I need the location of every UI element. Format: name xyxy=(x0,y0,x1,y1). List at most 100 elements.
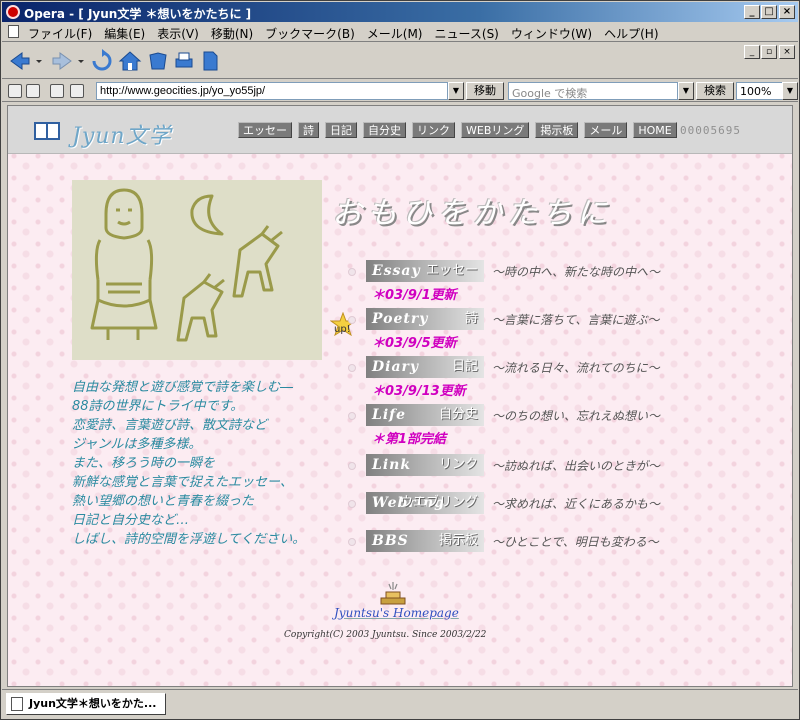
back-history-dropdown-icon[interactable] xyxy=(34,49,44,73)
intro-line: 熱い望郷の想いと青春を綴った xyxy=(72,494,255,509)
site-header: Jyun文学 エッセー詩日記 自分史 リンク WEBリング 掲示板 メール HOME 000… xyxy=(8,106,792,154)
navigation-toolbar xyxy=(2,43,798,79)
menu-item[interactable]: 編集(E) xyxy=(104,25,145,42)
bullet-icon xyxy=(348,500,356,508)
toc-link-english: Poetry xyxy=(372,311,429,327)
zoom-field[interactable]: 100% xyxy=(736,82,784,100)
document-icon xyxy=(8,25,19,38)
reload-icon[interactable] xyxy=(90,49,114,73)
page-viewport: Jyun文学 エッセー詩日記 自分史 リンク WEBリング 掲示板 メール HOME 000… xyxy=(7,105,793,687)
zoom-dropdown[interactable]: ▼ xyxy=(782,82,798,100)
toc-link[interactable]: Poetry 詩 xyxy=(366,308,484,330)
intro-line: 自由な発想と遊び感覚で詩を楽しむ― xyxy=(72,380,294,395)
site-nav-button[interactable]: WEBリング xyxy=(461,122,530,138)
site-nav-button[interactable]: エッセー xyxy=(238,122,292,138)
security-lock-icon[interactable] xyxy=(8,84,22,98)
forward-arrow-icon[interactable] xyxy=(50,49,74,73)
minimize-button[interactable]: _ xyxy=(744,5,760,19)
home-icon[interactable] xyxy=(118,49,142,73)
go-button[interactable]: 移動 xyxy=(466,82,504,100)
maximize-button[interactable]: □ xyxy=(761,5,777,19)
browser-window: Opera - [ Jyun文学 ＊想いをかたちに ] _ □ × ファイル(F… xyxy=(0,0,800,720)
page-icon[interactable] xyxy=(198,49,222,73)
toc-row: Poetry 詩 ～言葉に落ちて、言葉に遊ぶ～ xyxy=(344,308,784,330)
close-button[interactable]: × xyxy=(779,5,795,19)
toc-link[interactable]: Life 自分史 xyxy=(366,404,484,426)
toc-link-japanese: 詩 xyxy=(464,311,478,326)
menu-item[interactable]: 表示(V) xyxy=(157,25,199,42)
toc-description: ～のちの想い、忘れえぬ想い～ xyxy=(492,409,661,423)
toc-row: Webring ウエブリング ～求めれば、近くにあるかも～ xyxy=(344,492,784,514)
toc-description: ～時の中へ、新たな時の中へ～ xyxy=(492,265,661,279)
toc-link-japanese: ウエブリング xyxy=(399,495,478,510)
site-nav-button[interactable]: 自分史 xyxy=(363,122,406,138)
hotlist-icon[interactable] xyxy=(146,49,170,73)
site-logo[interactable]: Jyun文学 xyxy=(72,118,172,150)
intro-line: 新鮮な感覚と言葉で捉えたエッセー、 xyxy=(72,475,293,490)
site-nav: エッセー詩日記 自分史 リンク WEBリング 掲示板 メール HOME xyxy=(238,122,677,138)
toc-description: ～言葉に落ちて、言葉に遊ぶ～ xyxy=(492,313,660,327)
toc-description: ～ひとことで、明日も変わる～ xyxy=(492,535,659,549)
menu-item[interactable]: ウィンドウ(W) xyxy=(511,25,592,42)
toc-link-japanese: 掲示板 xyxy=(438,533,478,548)
update-note: ＊03/9/1更新 xyxy=(372,288,457,303)
menu-item[interactable]: ニュース(S) xyxy=(434,25,498,42)
opera-logo-icon xyxy=(6,5,20,19)
cookie-icon[interactable] xyxy=(26,84,40,98)
toc-link-japanese: リンク xyxy=(438,457,478,472)
menu-item[interactable]: ファイル(F) xyxy=(28,25,92,42)
toc-row: Life 自分史 ～のちの想い、忘れえぬ想い～ xyxy=(344,404,784,426)
new-page-icon[interactable] xyxy=(50,84,64,98)
toc-link[interactable]: Webring ウエブリング xyxy=(366,492,484,514)
print-icon[interactable] xyxy=(172,49,196,73)
page-tab-bar: Jyun文学＊想いをかた... xyxy=(2,689,798,719)
toc-description: ～求めれば、近くにあるかも～ xyxy=(492,497,661,511)
intro-line: 日記と自分史など… xyxy=(72,513,190,528)
toc-row: BBS 掲示板 ～ひとことで、明日も変わる～ xyxy=(344,530,784,552)
toc-link-japanese: 自分史 xyxy=(438,407,478,422)
search-button[interactable]: 検索 xyxy=(696,82,734,100)
toc-link-english: Link xyxy=(372,457,412,473)
site-nav-button[interactable]: 掲示板 xyxy=(535,122,579,138)
menu-item[interactable]: メール(M) xyxy=(367,25,423,42)
search-field[interactable]: Google で検索 xyxy=(508,82,678,100)
intro-line: また、移ろう時の一瞬を xyxy=(72,456,216,471)
toc-link-japanese: エッセー xyxy=(425,263,478,278)
toc-description: ～流れる日々、流れてのちに～ xyxy=(492,361,660,375)
lamp-icon xyxy=(380,582,406,605)
site-nav-button[interactable]: メール xyxy=(584,122,628,138)
back-arrow-icon[interactable] xyxy=(8,49,32,73)
update-note: ＊03/9/5更新 xyxy=(372,336,457,351)
intro-line: ジャンルは多種多様。 xyxy=(72,437,202,452)
toc-link-japanese: 日記 xyxy=(451,359,478,374)
menu-item[interactable]: ブックマーク(B) xyxy=(265,25,355,42)
toc-row: Essay エッセー ～時の中へ、新たな時の中へ～ xyxy=(344,260,784,282)
update-note: ＊第1部完結 xyxy=(372,432,447,447)
page-tab[interactable]: Jyun文学＊想いをかた... xyxy=(6,693,166,715)
menu-item[interactable]: ヘルプ(H) xyxy=(604,25,658,42)
site-nav-button[interactable]: HOME xyxy=(633,122,677,138)
menu-item[interactable]: 移動(N) xyxy=(211,25,253,42)
haniwa-illustration xyxy=(72,180,322,360)
toc-link[interactable]: Diary 日記 xyxy=(366,356,484,378)
forward-history-dropdown-icon[interactable] xyxy=(76,49,86,73)
menu-items: ファイル(F) 編集(E) 表示(V) 移動(N) ブックマーク(B) メール(M) ニュー… xyxy=(28,25,671,42)
vertical-scrollbar[interactable] xyxy=(795,105,799,687)
site-nav-button[interactable]: 詩 xyxy=(298,122,319,138)
book-icon xyxy=(34,122,60,140)
site-nav-button[interactable]: 日記 xyxy=(325,122,357,138)
address-history-dropdown[interactable]: ▼ xyxy=(448,82,464,100)
visitor-counter: 00005695 xyxy=(680,124,741,137)
search-engine-dropdown[interactable]: ▼ xyxy=(678,82,694,100)
bullet-icon xyxy=(348,412,356,420)
print-preview-icon[interactable] xyxy=(70,84,84,98)
toc-link[interactable]: BBS 掲示板 xyxy=(366,530,484,552)
toc-link[interactable]: Essay エッセー xyxy=(366,260,484,282)
footer-signature[interactable]: Jyuntsu's Homepage xyxy=(334,606,459,620)
toc-link[interactable]: Link リンク xyxy=(366,454,484,476)
toc-description: ～訪ぬれば、出会いのときが～ xyxy=(492,459,661,473)
site-nav-button[interactable]: リンク xyxy=(412,122,455,138)
update-note: ＊03/9/13更新 xyxy=(372,384,466,399)
intro-line: しばし、詩的空間を浮遊してください。 xyxy=(72,532,306,547)
address-field[interactable]: http://www.geocities.jp/yo_yo55jp/ xyxy=(96,82,448,100)
